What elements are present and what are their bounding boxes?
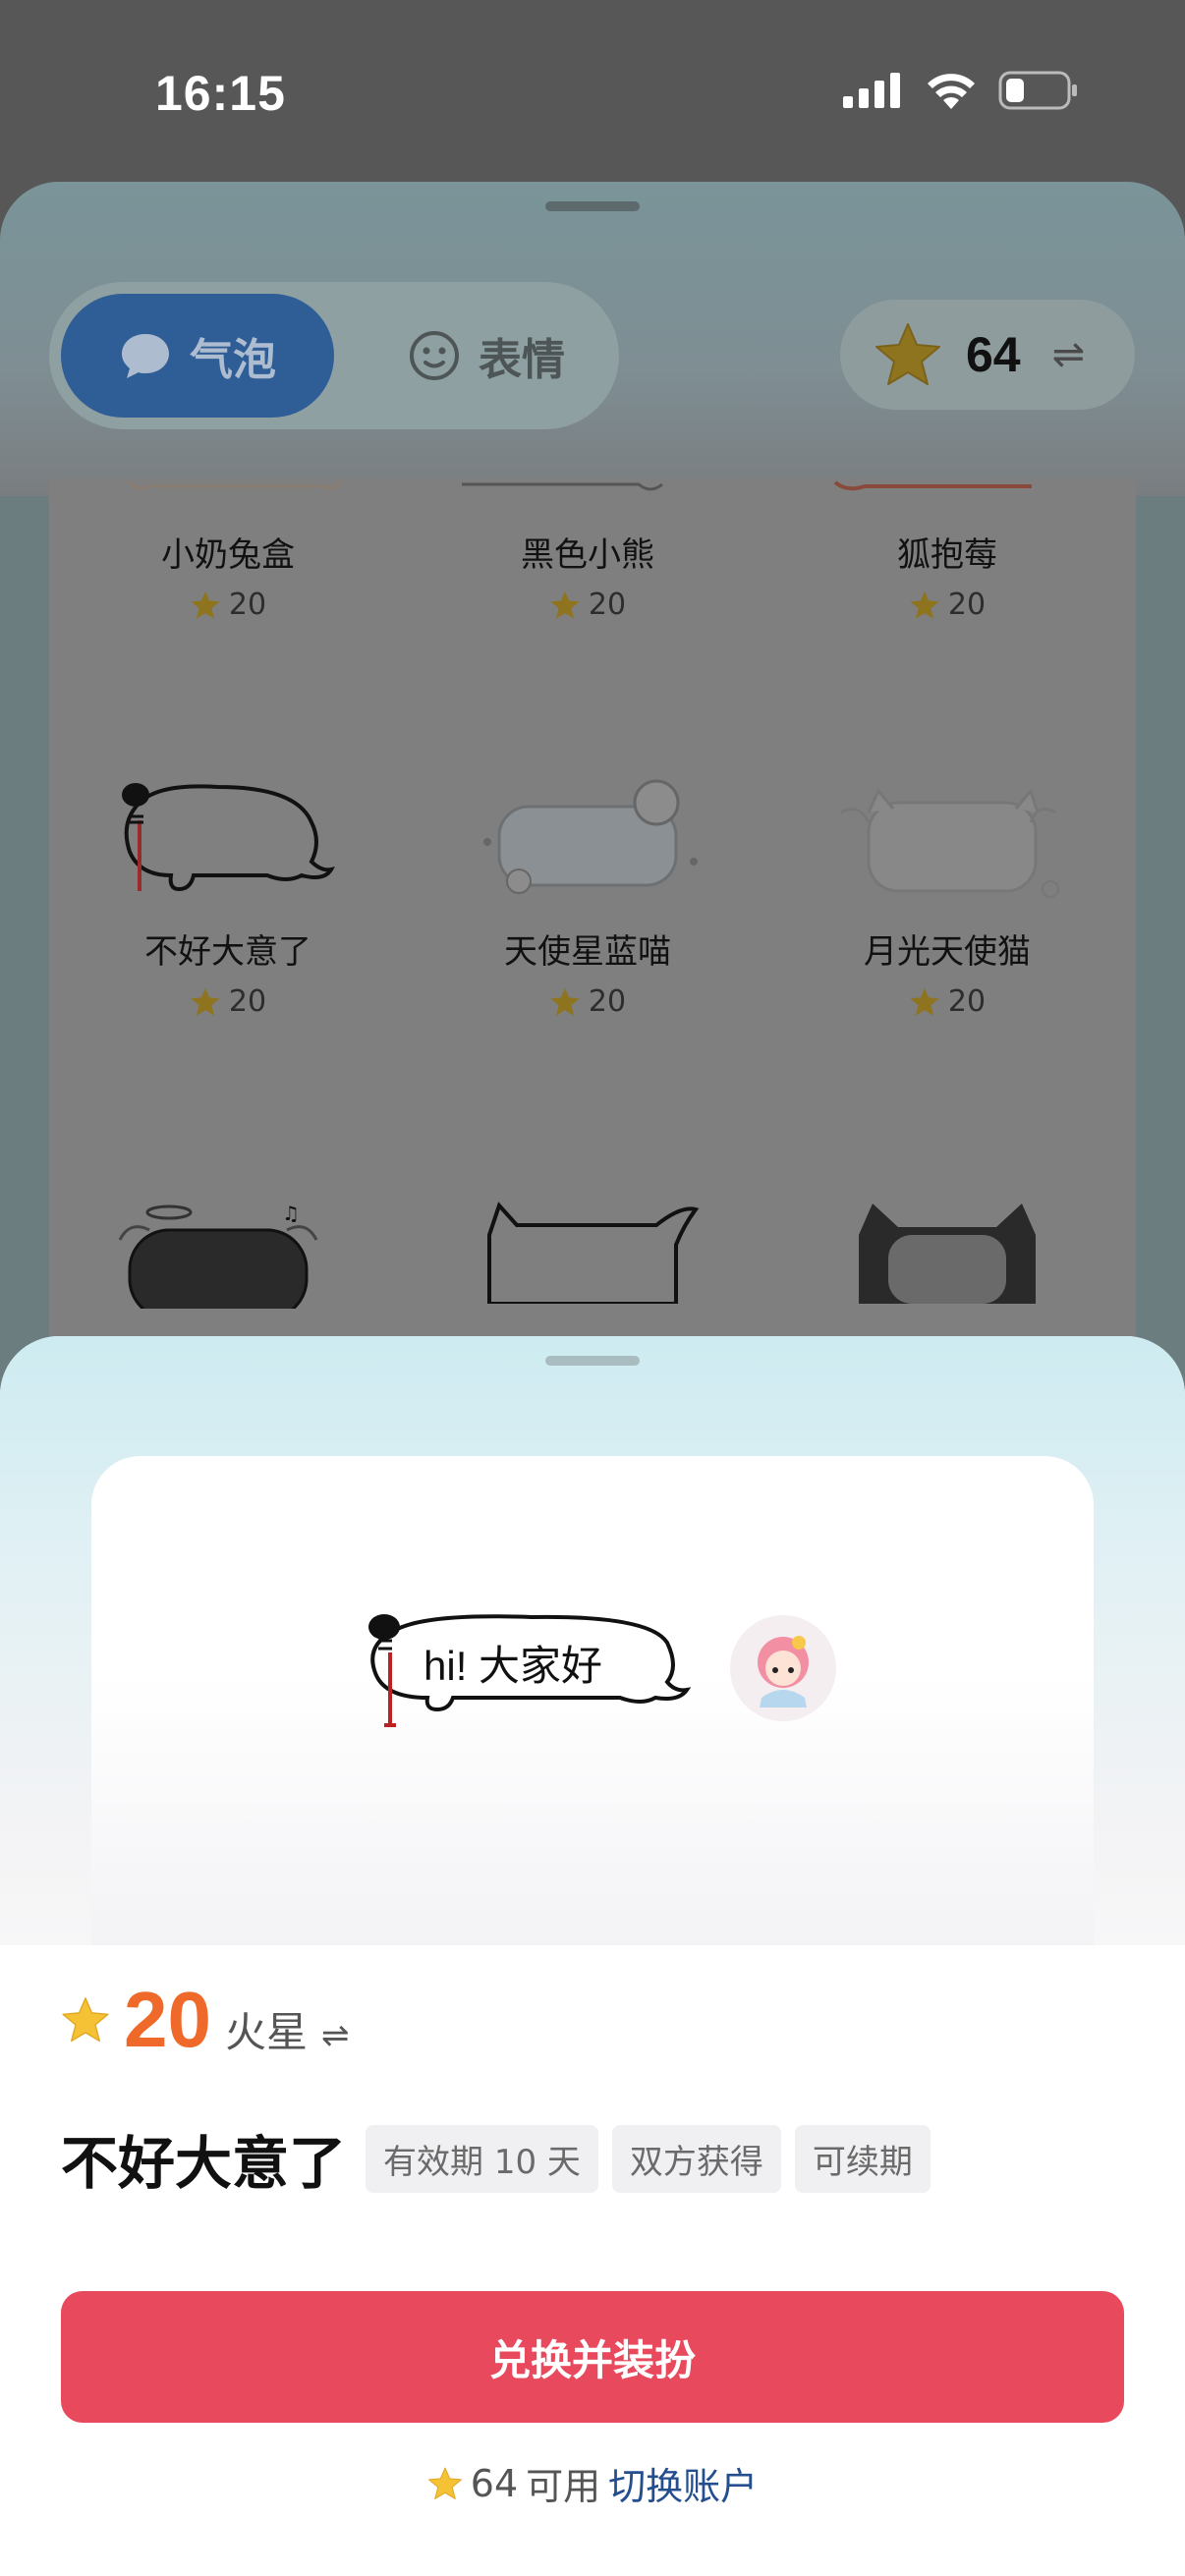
grid-item-price: 20 (411, 984, 764, 1019)
grid-item-price: 20 (411, 588, 764, 622)
tab-bubble-label: 气泡 (190, 335, 276, 385)
grid-item-price-value: 20 (228, 984, 267, 1019)
status-icons (843, 71, 1079, 110)
cat-outline-bubble-art (487, 1202, 700, 1304)
star-icon (910, 987, 939, 1016)
star-icon (191, 987, 220, 1016)
star-icon (427, 2467, 462, 2499)
bubble-detail-info: 20 火星 ⇌ 不好大意了 有效期 10 天 双方获得 可续期 兑换并装扮 64… (0, 1945, 1185, 2576)
bubble-detail-sheet: hi! 大家好 20 火星 ⇌ 不好大意了 有效期 10 天 双方获得 可续期 … (0, 1336, 1185, 2576)
currency-label: 火星 (224, 2008, 308, 2056)
grid-item-price-value: 20 (588, 984, 627, 1019)
star-icon (550, 590, 580, 619)
available-balance-row: 64 可用 切换账户 (0, 2456, 1185, 2510)
panda-bubble-art (122, 783, 335, 892)
grid-item[interactable]: 狐抱莓 20 (770, 518, 1124, 622)
star-icon (910, 590, 939, 619)
grid-item-price-value: 20 (228, 588, 267, 622)
sheet-grabber[interactable] (545, 201, 640, 211)
grid-item-name: 小奶兔盒 (161, 535, 295, 575)
grid-item[interactable]: 黑色小熊 20 (411, 518, 764, 622)
angel-blue-cat-bubble-art (483, 779, 698, 894)
available-count: 64 (470, 2461, 519, 2505)
bubble-preview-card: hi! 大家好 (91, 1456, 1094, 1947)
grid-item[interactable]: 小奶兔盒 20 (51, 518, 405, 622)
cellular-signal-icon (843, 73, 900, 108)
sheet-grabber[interactable] (545, 1356, 640, 1366)
bubble-store-sheet: 气泡 表情 64 ⇌ 小奶兔盒 20 黑色小熊 20 狐抱莓 20 不好大意了 … (0, 182, 1185, 1459)
exchange-and-apply-button[interactable]: 兑换并装扮 (61, 2291, 1124, 2423)
bubble-title: 不好大意了 (61, 2130, 347, 2197)
grid-item[interactable]: 月光天使猫 20 (770, 773, 1124, 1019)
bubble-grid: 小奶兔盒 20 黑色小熊 20 狐抱莓 20 不好大意了 20 天使星蓝喵 20… (49, 478, 1136, 1459)
swap-currency-icon[interactable]: ⇌ (321, 2016, 350, 2055)
grid-item[interactable]: 天使星蓝喵 20 (411, 773, 764, 1019)
tab-bubble[interactable]: 气泡 (61, 294, 334, 418)
bubble-art-cutoff-row (126, 479, 1032, 491)
tab-sticker[interactable]: 表情 (373, 294, 599, 418)
tag-renewable: 可续期 (794, 2124, 931, 2193)
wifi-icon (928, 74, 975, 109)
title-row: 不好大意了 有效期 10 天 双方获得 可续期 (61, 2117, 931, 2200)
grid-item-name: 狐抱莓 (897, 535, 997, 575)
battery-icon (998, 71, 1077, 110)
grid-item-price: 20 (770, 588, 1124, 622)
status-time: 16:15 (155, 66, 286, 121)
price-value: 20 (124, 1976, 211, 2063)
angel-dark-bubble-art: ♫ (118, 1202, 318, 1309)
grid-item-price: 20 (51, 984, 405, 1019)
star-icon (191, 590, 220, 619)
smiley-icon (410, 331, 459, 380)
switch-account-link[interactable]: 切换账户 (608, 2456, 758, 2510)
black-cat-bubble-art (859, 1204, 1036, 1304)
grid-item-name: 天使星蓝喵 (504, 932, 671, 972)
grid-item-price-value: 20 (588, 588, 627, 622)
svg-text:♫: ♫ (282, 1202, 300, 1225)
grid-item-price: 20 (51, 588, 405, 622)
grid-item-price-value: 20 (947, 984, 987, 1019)
preview-bubble-text: hi! 大家好 (423, 1643, 603, 1689)
chat-bubble-icon (122, 334, 169, 378)
grid-item-price: 20 (770, 984, 1124, 1019)
status-bar: 16:15 (0, 0, 1185, 187)
price-row: 20 火星 ⇌ (61, 1975, 350, 2065)
star-icon (62, 1997, 109, 2043)
swap-currency-icon[interactable]: ⇌ (1052, 332, 1086, 377)
user-avatar (730, 1615, 836, 1721)
grid-item-price-value: 20 (947, 588, 987, 622)
moonlight-angel-cat-bubble-art (840, 787, 1059, 898)
star-icon (875, 323, 940, 385)
star-balance-value: 64 (966, 327, 1021, 382)
grid-item-name: 黑色小熊 (521, 535, 654, 575)
tag-validity: 有效期 10 天 (366, 2124, 598, 2193)
grid-item[interactable]: 不好大意了 20 (51, 773, 405, 1019)
grid-item-name: 月光天使猫 (864, 932, 1031, 972)
star-icon (550, 987, 580, 1016)
grid-item-name: 不好大意了 (144, 932, 311, 972)
tag-both-receive: 双方获得 (611, 2124, 781, 2193)
tab-sticker-label: 表情 (479, 335, 565, 385)
available-label: 可用 (526, 2465, 601, 2508)
star-balance-pill[interactable]: 64 ⇌ (840, 300, 1135, 410)
category-segmented-control: 气泡 表情 (49, 282, 619, 429)
